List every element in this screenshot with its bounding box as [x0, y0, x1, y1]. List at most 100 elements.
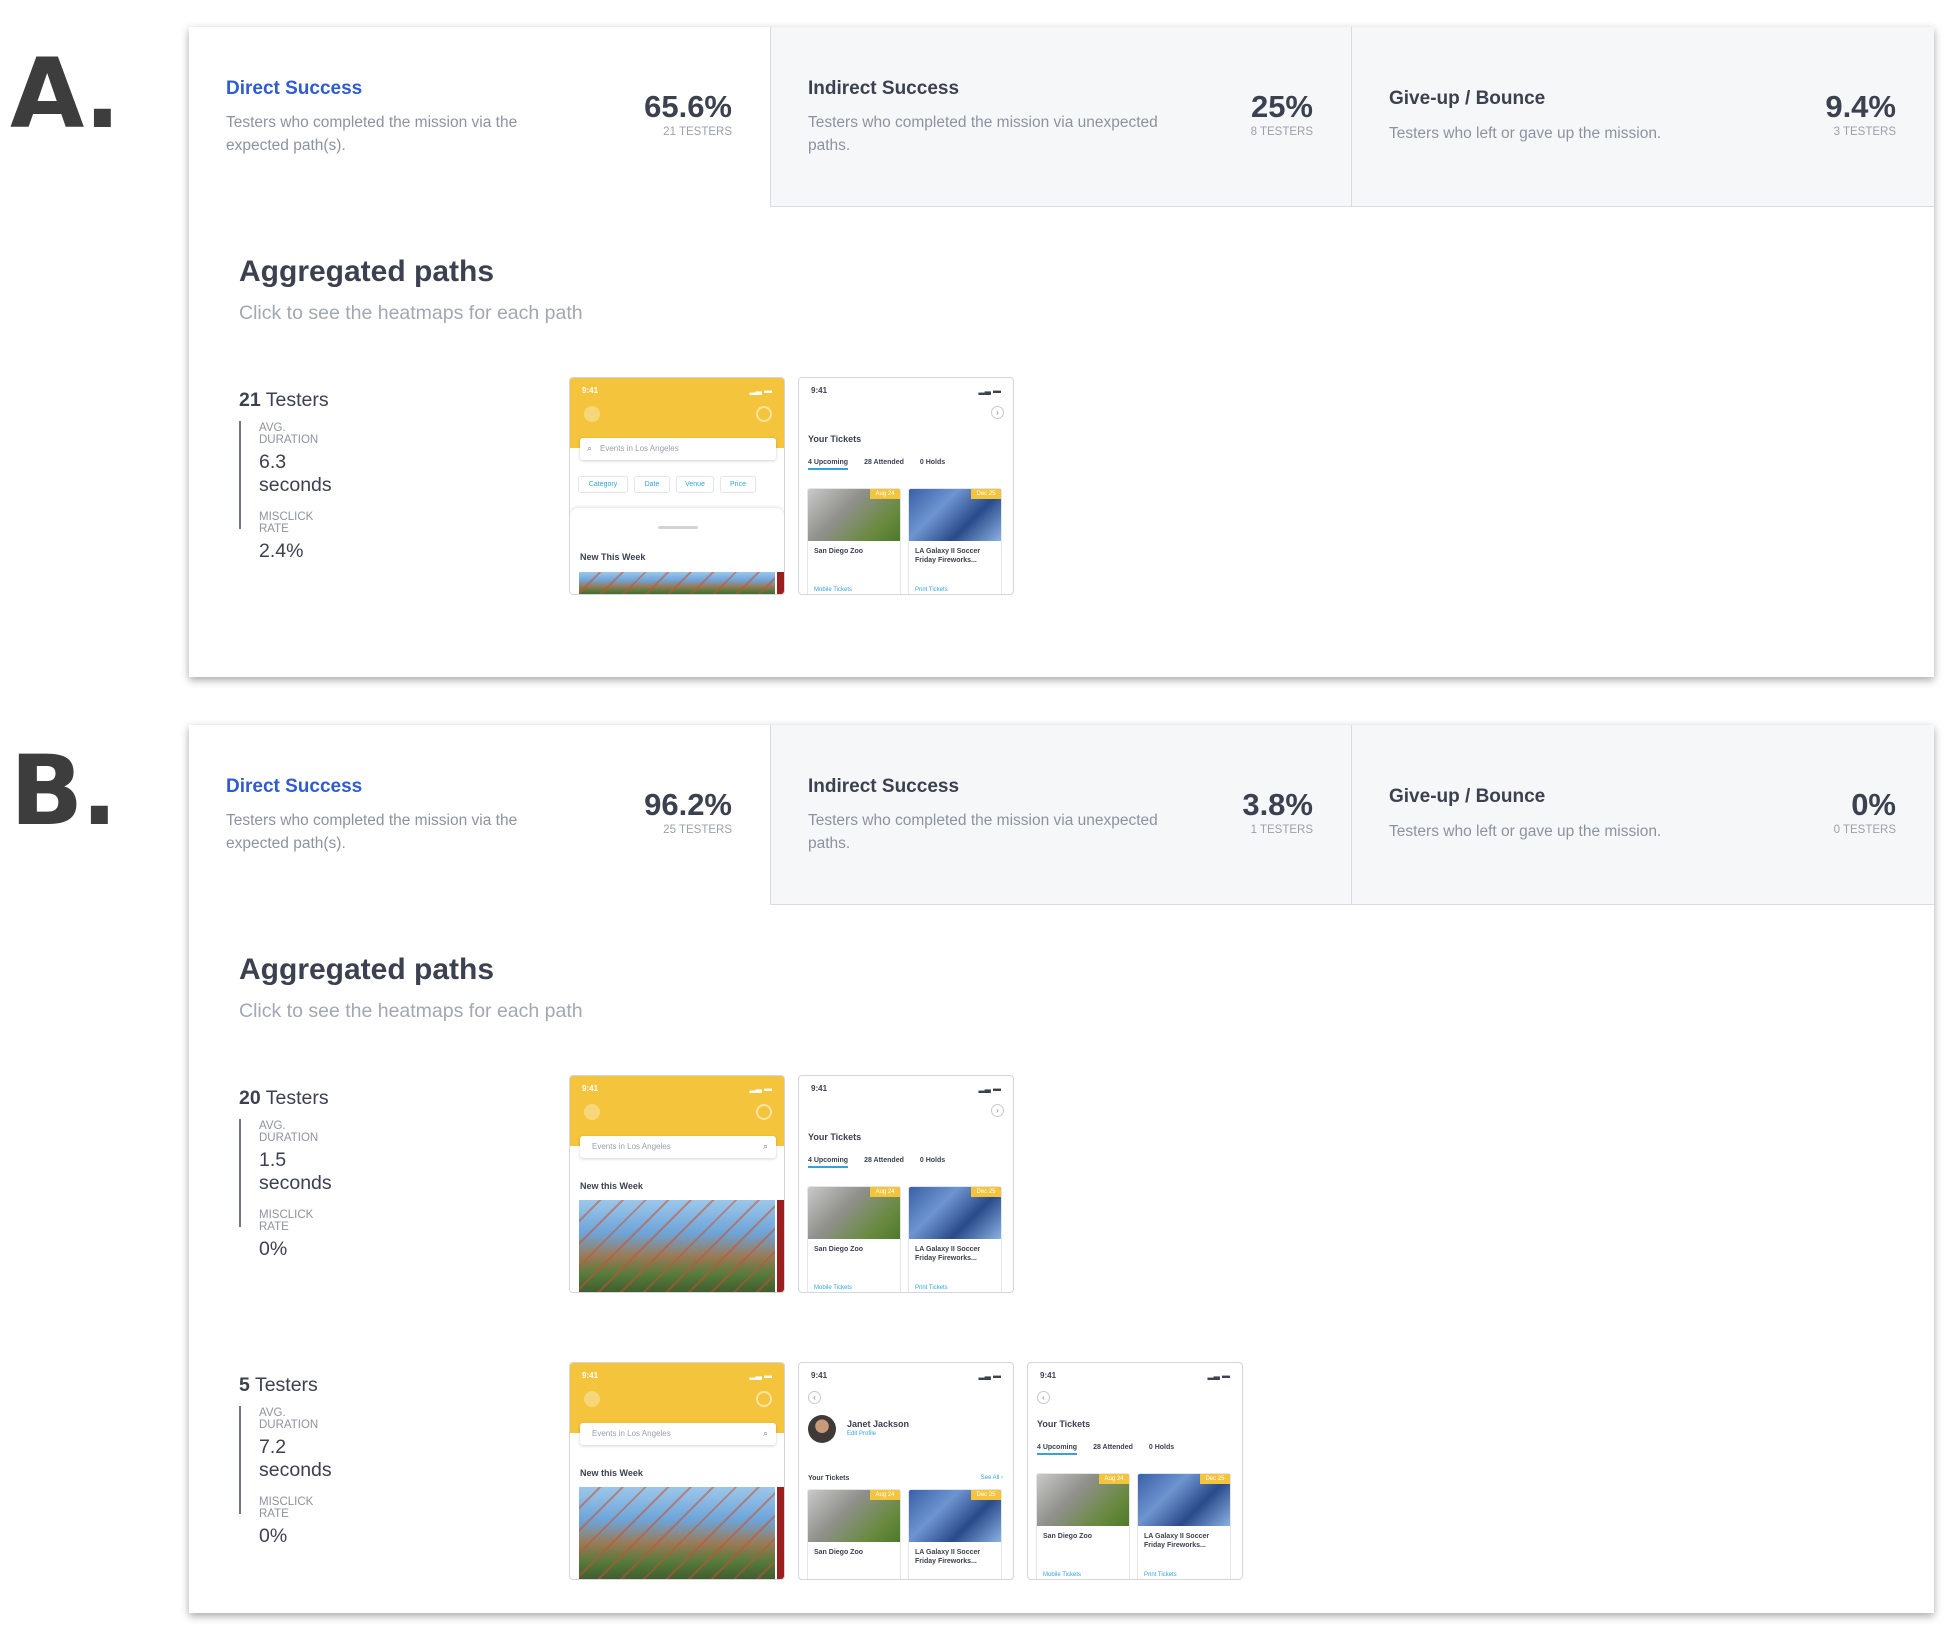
- misclick-rate-value: 0%: [259, 1525, 288, 1547]
- ticket-link: Print Tickets: [915, 587, 948, 593]
- aggregated-paths-subtitle: Click to see the heatmaps for each path: [239, 302, 583, 324]
- path-group[interactable]: 21 Testers AVG. DURATION 6.3 seconds MIS…: [239, 377, 1014, 595]
- aggregated-paths-subtitle: Click to see the heatmaps for each path: [239, 1000, 583, 1022]
- date-tag: Dec 25: [971, 1490, 1001, 1500]
- screen-thumbnail-tickets[interactable]: 9:41 ▂▃ ▬ › Your Tickets 4 Upcoming 28 At…: [798, 377, 1014, 595]
- screen-thumbnail-tickets[interactable]: 9:41 ▂▃ ▬ ‹ Your Tickets 4 Upcoming 28 At…: [1027, 1362, 1243, 1580]
- screen-thumbnail-home[interactable]: 9:41 ▂▃ ▬ Events in Los Angeles ⌕ New thi…: [569, 1075, 785, 1293]
- misclick-rate-value: 2.4%: [259, 540, 304, 562]
- ticket-title: San Diego Zoo: [814, 1246, 863, 1253]
- tab-holds: 0 Holds: [919, 1157, 946, 1164]
- stat-indirect-success[interactable]: Indirect Success Testers who completed t…: [770, 725, 1351, 905]
- stats-row: Direct Success Testers who completed the…: [189, 725, 1934, 905]
- results-panel-a: Direct Success Testers who completed the…: [189, 27, 1934, 677]
- stat-title: Give-up / Bounce: [1389, 786, 1546, 807]
- tab-holds: 0 Holds: [919, 459, 946, 466]
- path-tester-count: 5 Testers: [239, 1374, 318, 1396]
- filter-chips: Category Date Venue Price: [578, 476, 784, 494]
- stat-percent: 3.8%: [1242, 787, 1313, 822]
- status-time: 9:41: [582, 1371, 599, 1380]
- avg-duration-label: AVG. DURATION: [259, 422, 319, 446]
- path-metrics: AVG. DURATION 1.5 seconds MISCLICK RATE …: [239, 1119, 332, 1260]
- tab-holds: 0 Holds: [1148, 1444, 1175, 1451]
- stat-percent: 0%: [1851, 787, 1896, 822]
- ticket-icon: [584, 406, 600, 422]
- screen-thumbnail-profile[interactable]: 9:41 ▂▃ ▬ ‹ Janet Jackson Edit Profile Y…: [798, 1362, 1014, 1580]
- date-tag: Aug 24: [870, 1490, 900, 1500]
- ticket-link: Mobile Tickets: [1043, 1572, 1082, 1578]
- ticket-title: LA Galaxy II Soccer Friday Fireworks...: [915, 548, 981, 564]
- misclick-rate-label: MISCLICK RATE: [259, 1209, 314, 1233]
- screen-thumbnail-home[interactable]: 9:41 ▂▃ ▬ ⌕ Events in Los Angeles Categor…: [569, 377, 785, 595]
- path-tester-count: 20 Testers: [239, 1087, 329, 1109]
- figure-label-a: A.: [10, 38, 121, 150]
- your-tickets-title: Your Tickets: [808, 1475, 850, 1482]
- chip-price: Price: [720, 476, 756, 493]
- ticket-tabs: 4 Upcoming 28 Attended 0 Holds: [808, 459, 961, 470]
- screen-thumbnail-tickets[interactable]: 9:41 ▂▃ ▬ › Your Tickets 4 Upcoming 28 At…: [798, 1075, 1014, 1293]
- stat-percent: 96.2%: [644, 787, 732, 822]
- stat-title: Direct Success: [226, 78, 363, 99]
- misclick-rate-label: MISCLICK RATE: [259, 511, 314, 535]
- signal-icon: ▂▃ ▬: [978, 1371, 1001, 1380]
- aggregated-paths-title: Aggregated paths: [239, 953, 495, 986]
- stat-title: Indirect Success: [808, 78, 960, 99]
- path-group[interactable]: 5 Testers AVG. DURATION 7.2 seconds MISC…: [239, 1362, 1243, 1580]
- see-all-link: See All ›: [980, 1475, 1003, 1481]
- path-metrics: AVG. DURATION 6.3 seconds MISCLICK RATE …: [239, 421, 332, 562]
- tab-attended: 28 Attended: [864, 1157, 904, 1164]
- stat-give-up-bounce[interactable]: Give-up / Bounce Testers who left or gav…: [1351, 725, 1934, 905]
- featured-photo: [579, 1487, 775, 1579]
- ticket-link: Mobile Tickets: [814, 587, 853, 593]
- avg-duration-value: 6.3 seconds: [259, 451, 332, 496]
- new-this-week-label: New This Week: [580, 552, 646, 562]
- stat-testers: 3 TESTERS: [1833, 126, 1896, 138]
- stat-indirect-success[interactable]: Indirect Success Testers who completed t…: [770, 27, 1351, 207]
- stat-title: Direct Success: [226, 776, 363, 797]
- your-tickets-title: Your Tickets: [808, 434, 862, 444]
- chip-date: Date: [634, 476, 670, 493]
- ticket-card: Aug 24 San Diego Zoo Mobile Tickets: [807, 1186, 901, 1292]
- tab-attended: 28 Attended: [864, 459, 904, 466]
- next-card-edge: [777, 1487, 784, 1579]
- results-panel-b: Direct Success Testers who completed the…: [189, 725, 1934, 1613]
- stat-testers: 25 TESTERS: [663, 824, 732, 836]
- stat-testers: 21 TESTERS: [663, 126, 732, 138]
- stat-description: Testers who completed the mission via un…: [808, 114, 1158, 154]
- status-time: 9:41: [582, 386, 599, 395]
- chevron-right-icon: ›: [991, 406, 1004, 419]
- tab-upcoming: 4 Upcoming: [808, 459, 849, 470]
- misclick-rate-value: 0%: [259, 1238, 288, 1260]
- path-group[interactable]: 20 Testers AVG. DURATION 1.5 seconds MIS…: [239, 1075, 1014, 1293]
- stat-direct-success[interactable]: Direct Success Testers who completed the…: [189, 27, 770, 207]
- stat-description: Testers who left or gave up the mission.: [1389, 823, 1662, 840]
- search-icon: ⌕: [587, 443, 593, 453]
- next-card-edge: [777, 572, 784, 594]
- stat-description: Testers who left or gave up the mission.: [1389, 125, 1662, 142]
- ticket-card: Dec 25 LA Galaxy II Soccer Friday Firewo…: [1137, 1473, 1231, 1579]
- signal-icon: ▂▃ ▬: [749, 386, 772, 395]
- tab-attended: 28 Attended: [1093, 1444, 1133, 1451]
- featured-photo: [579, 572, 775, 594]
- date-tag: Aug 24: [870, 489, 900, 499]
- ticket-icon: [584, 1104, 600, 1120]
- ticket-card: Dec 25 LA Galaxy II Soccer Friday Firewo…: [908, 1186, 1002, 1292]
- signal-icon: ▂▃ ▬: [749, 1371, 772, 1380]
- search-icon: ⌕: [762, 1141, 768, 1151]
- search-input: ⌕ Events in Los Angeles: [580, 438, 776, 460]
- ticket-tabs: 4 Upcoming 28 Attended 0 Holds: [808, 1157, 961, 1168]
- ticket-link: Mobile Tickets: [814, 1285, 853, 1291]
- ticket-link: Print Tickets: [915, 1285, 948, 1291]
- stat-percent: 65.6%: [644, 89, 732, 124]
- stat-direct-success[interactable]: Direct Success Testers who completed the…: [189, 725, 770, 905]
- screen-thumbnail-home[interactable]: 9:41 ▂▃ ▬ Events in Los Angeles ⌕ New thi…: [569, 1362, 785, 1580]
- search-input: Events in Los Angeles ⌕: [580, 1423, 776, 1445]
- avg-duration-value: 7.2 seconds: [259, 1436, 332, 1481]
- tab-upcoming: 4 Upcoming: [1037, 1444, 1078, 1455]
- avatar: [808, 1415, 836, 1443]
- date-tag: Dec 25: [971, 1187, 1001, 1197]
- stat-percent: 25%: [1250, 89, 1313, 124]
- figure-label-b: B.: [10, 735, 118, 847]
- stat-give-up-bounce[interactable]: Give-up / Bounce Testers who left or gav…: [1351, 27, 1934, 207]
- stats-row: Direct Success Testers who completed the…: [189, 27, 1934, 207]
